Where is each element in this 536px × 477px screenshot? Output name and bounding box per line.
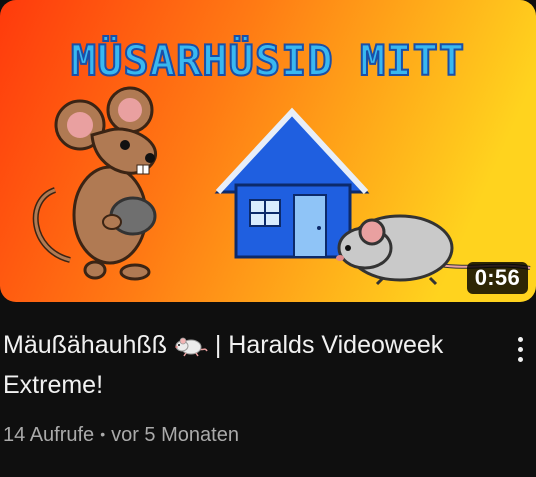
thumbnail-title-text: MÜSARHÜSID MITT [71,35,465,85]
rat-emoji-icon [174,331,208,367]
video-title-text-part1: Mäußähauhßß [3,331,167,359]
kebab-menu-icon[interactable] [508,334,532,374]
video-thumbnail[interactable]: MÜSARHÜSID MITT 0:56 [0,0,536,302]
video-duration-badge: 0:56 [466,262,528,294]
kebab-dot-icon [517,347,523,352]
kebab-dot-icon [517,337,523,342]
upload-age: vor 5 Monaten [111,424,239,446]
video-card: MÜSARHÜSID MITT 0:56 Mäußähauhßß | Haral… [0,0,536,477]
thumbnail-image: MÜSARHÜSID MITT [0,0,536,302]
view-count: 14 Aufrufe [3,424,95,446]
video-title[interactable]: Mäußähauhßß | Haralds Videoweek Extreme! [3,327,483,403]
meta-separator: • [100,426,106,442]
video-metadata: 14 Aufrufe • vor 5 Monaten [3,424,239,447]
kebab-dot-icon [517,357,523,362]
